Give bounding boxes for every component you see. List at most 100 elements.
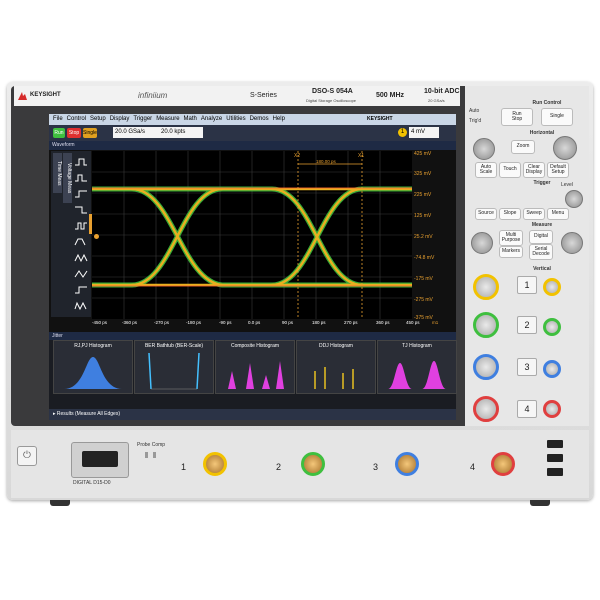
ch4-button[interactable]: 4 bbox=[517, 400, 537, 418]
cursor-x2-label[interactable]: X2 bbox=[294, 153, 300, 159]
jitter-title: Jitter bbox=[52, 333, 63, 339]
usb-port-3[interactable] bbox=[547, 468, 563, 476]
y-label: -74.8 mV bbox=[414, 255, 435, 261]
ground-marker-icon[interactable] bbox=[94, 234, 99, 239]
ch3-offset-knob[interactable] bbox=[543, 360, 561, 378]
menu-utilities[interactable]: Utilities bbox=[226, 114, 245, 125]
probe-comp-label: Probe Comp bbox=[137, 442, 166, 448]
x-label: -360 ps bbox=[122, 320, 138, 325]
menu-math[interactable]: Math bbox=[184, 114, 197, 125]
probe-comp-terminal[interactable] bbox=[145, 452, 148, 458]
menu-file[interactable]: File bbox=[53, 114, 63, 125]
ch2-button[interactable]: 2 bbox=[517, 316, 537, 334]
eye-diagram-plot[interactable]: X1 X2 180.00 ps bbox=[92, 151, 412, 319]
multipurpose-knob[interactable] bbox=[561, 232, 583, 254]
ch1-bnc-input[interactable] bbox=[203, 452, 227, 476]
menu-demos[interactable]: Demos bbox=[250, 114, 269, 125]
ch3-bnc-input[interactable] bbox=[395, 452, 419, 476]
composite-histogram-chart bbox=[228, 361, 284, 389]
probe-comp-ground[interactable] bbox=[153, 452, 156, 458]
fall-time-meas-icon bbox=[75, 206, 87, 214]
toolbar: Run Stop Single 20.0 GSa/s 20.0 kpts 1 4… bbox=[49, 125, 456, 141]
y-label: 225 mV bbox=[414, 192, 432, 198]
ber-bathtub-panel[interactable]: BER Bathtub (BER-Scale) bbox=[134, 340, 214, 394]
usb-port-2[interactable] bbox=[547, 454, 563, 462]
composite-histogram-panel[interactable]: Composite Histogram bbox=[215, 340, 295, 394]
serial-decode-button[interactable]: Serial Decode bbox=[529, 244, 553, 260]
power-button[interactable]: ⏻ bbox=[17, 446, 37, 466]
ch4-scale-knob[interactable] bbox=[473, 396, 499, 422]
rjpj-histogram-panel[interactable]: RJ,PJ Histogram bbox=[53, 340, 133, 394]
auto-scale-button[interactable]: Auto Scale bbox=[475, 162, 497, 178]
digital-button[interactable]: Digital bbox=[529, 230, 553, 244]
digital-connector-port[interactable] bbox=[82, 451, 118, 467]
menu-control[interactable]: Control bbox=[67, 114, 86, 125]
tj-histogram-chart bbox=[388, 361, 446, 389]
run-button[interactable]: Run bbox=[53, 128, 65, 138]
hist-title: RJ,PJ Histogram bbox=[74, 343, 112, 349]
ch1-button[interactable]: 1 bbox=[517, 276, 537, 294]
level-label: Level bbox=[561, 182, 573, 188]
menu-setup[interactable]: Setup bbox=[90, 114, 106, 125]
trigger-level-knob[interactable] bbox=[565, 190, 583, 208]
stop-button[interactable]: Stop bbox=[67, 128, 81, 138]
y-label: 125 mV bbox=[414, 213, 432, 219]
x-label: -450 ps bbox=[92, 320, 108, 325]
single-key[interactable]: Single bbox=[541, 108, 573, 126]
jitter-meas-icon bbox=[74, 301, 87, 311]
tj-histogram-panel[interactable]: TJ Histogram bbox=[377, 340, 457, 394]
sweep-button[interactable]: Sweep bbox=[523, 208, 545, 220]
ber-bathtub-chart bbox=[148, 352, 200, 390]
digital-connector-frame bbox=[71, 442, 129, 478]
x-label: 360 ps bbox=[376, 320, 390, 325]
slope-button[interactable]: Slope bbox=[499, 208, 521, 220]
trigger-channel-icon[interactable]: 1 bbox=[398, 128, 407, 137]
results-bar[interactable]: ▸ Results (Measure All Edges) bbox=[49, 409, 456, 420]
menu-measure[interactable]: Measure bbox=[156, 114, 179, 125]
trigger-menu-button[interactable]: Menu bbox=[547, 208, 569, 220]
ch1-scale-knob[interactable] bbox=[473, 274, 499, 300]
zoom-button[interactable]: Zoom bbox=[511, 140, 535, 154]
tab-time-meas[interactable]: Time Meas bbox=[53, 153, 62, 193]
menu-trigger[interactable]: Trigger bbox=[133, 114, 152, 125]
trigger-level-field[interactable]: 4 mV bbox=[409, 127, 439, 138]
usb-port-1[interactable] bbox=[547, 440, 563, 448]
ch2-scale-knob[interactable] bbox=[473, 312, 499, 338]
horizontal-scale-knob[interactable] bbox=[553, 136, 577, 160]
sample-rate-field[interactable]: 20.0 GSa/s bbox=[113, 127, 161, 138]
menu-help[interactable]: Help bbox=[273, 114, 285, 125]
cursor-x1-label[interactable]: X1 bbox=[358, 153, 364, 159]
waveform-pane-title: Waveform bbox=[49, 141, 456, 150]
single-button[interactable]: Single bbox=[83, 128, 97, 138]
default-setup-button[interactable]: Default Setup bbox=[547, 162, 569, 178]
ch1-offset-knob[interactable] bbox=[543, 278, 561, 296]
model-label: DSO-S 054A bbox=[312, 88, 353, 95]
ddj-histogram-chart bbox=[314, 367, 354, 389]
tab-voltage-meas[interactable]: Voltage Meas bbox=[63, 153, 72, 203]
ch3-button[interactable]: 3 bbox=[517, 358, 537, 376]
expand-icon[interactable]: ▸ bbox=[53, 411, 56, 417]
x-label: -90 ps bbox=[219, 320, 232, 325]
clear-display-button[interactable]: Clear Display bbox=[523, 162, 545, 178]
run-stop-button[interactable]: Run Stop bbox=[501, 108, 533, 126]
x-label: 180 ps bbox=[312, 320, 326, 325]
position-knob[interactable] bbox=[471, 232, 493, 254]
ddj-histogram-panel[interactable]: DDJ Histogram bbox=[296, 340, 376, 394]
menu-analyze[interactable]: Analyze bbox=[201, 114, 222, 125]
ch2-bnc-input[interactable] bbox=[301, 452, 325, 476]
menu-display[interactable]: Display bbox=[110, 114, 130, 125]
multi-purpose-button[interactable]: Multi Purpose bbox=[499, 230, 523, 246]
ch4-offset-knob[interactable] bbox=[543, 400, 561, 418]
touch-button[interactable]: Touch bbox=[499, 162, 521, 178]
ch3-scale-knob[interactable] bbox=[473, 354, 499, 380]
markers-button[interactable]: Markers bbox=[499, 246, 523, 258]
ch4-bnc-input[interactable] bbox=[491, 452, 515, 476]
ch2-offset-knob[interactable] bbox=[543, 318, 561, 336]
source-button[interactable]: Source bbox=[475, 208, 497, 220]
memory-depth-field[interactable]: 20.0 kpts bbox=[159, 127, 203, 138]
touch-screen[interactable]: File Control Setup Display Trigger Measure Mat… bbox=[49, 114, 457, 420]
keysight-logo-icon bbox=[18, 92, 27, 100]
edge-count-meas-icon bbox=[74, 253, 88, 263]
horizontal-position-knob[interactable] bbox=[473, 138, 495, 160]
y-label: 325 mV bbox=[414, 171, 432, 177]
